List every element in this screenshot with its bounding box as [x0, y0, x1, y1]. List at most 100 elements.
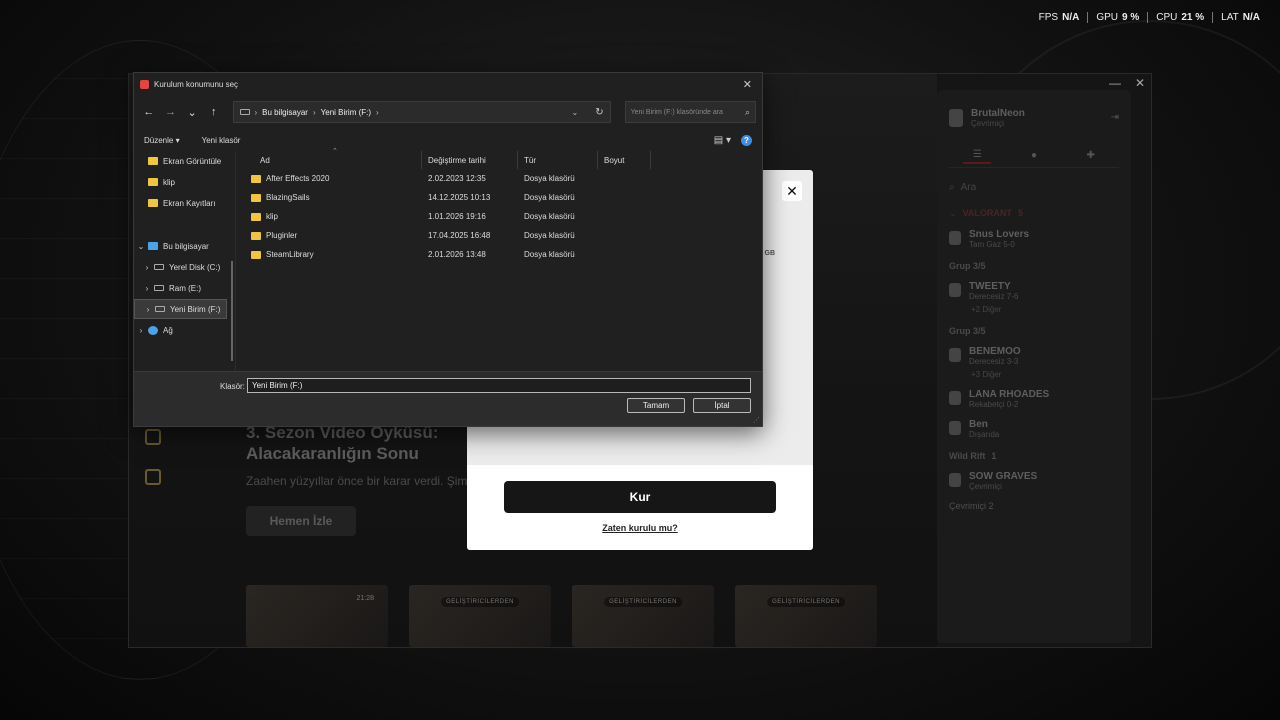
- latency-stat: LAT N/A: [1212, 12, 1268, 23]
- party-more[interactable]: +2 Diğer: [971, 305, 1119, 314]
- new-folder-button[interactable]: Yeni klasör: [202, 136, 241, 145]
- command-bar: Düzenle ▾ Yeni klasör ▤ ▾ ?: [134, 129, 762, 151]
- chevron-right-icon[interactable]: ›: [376, 108, 379, 117]
- friend-item[interactable]: Ben Dışarıda: [949, 419, 1119, 439]
- chevron-right-icon[interactable]: ›: [140, 284, 154, 293]
- chevron-down-icon[interactable]: ⌄: [134, 242, 148, 251]
- app-icon: [140, 79, 149, 89]
- chevron-right-icon[interactable]: ›: [313, 108, 316, 117]
- gpu-stat: GPU 9 %: [1087, 12, 1147, 23]
- folder-icon: [251, 231, 261, 240]
- friends-panel: BrutalNeon Çevrimiçi ⇥ ☰ ● ✚ ⌕ Ara ⌄ VALOR…: [937, 90, 1131, 643]
- view-options-icon[interactable]: ▤ ▾: [714, 135, 731, 146]
- chevron-down-icon[interactable]: ⌄: [572, 108, 579, 117]
- organize-button[interactable]: Düzenle ▾: [144, 136, 180, 145]
- column-type[interactable]: Tür: [518, 151, 598, 169]
- address-bar[interactable]: › Bu bilgisayar › Yeni Birim (F:) › ⌄ ↻: [232, 101, 611, 123]
- friend-item[interactable]: Snus Lovers Tam Gaz 5-0: [949, 229, 1119, 249]
- folder-field-label: Klasör:: [220, 382, 245, 391]
- column-size[interactable]: Boyut: [598, 151, 651, 169]
- tree-item-recordings[interactable]: Ekran Kayıtları: [134, 193, 234, 213]
- chevron-right-icon[interactable]: ›: [140, 263, 154, 272]
- folder-icon: [148, 199, 158, 207]
- avatar: [949, 109, 963, 127]
- recent-locations-icon[interactable]: ⌄: [183, 103, 201, 121]
- resize-grip-icon[interactable]: ⋰: [753, 416, 760, 424]
- group-header-wildrift[interactable]: Wild Rift 1: [949, 451, 1119, 461]
- friends-search[interactable]: ⌕ Ara: [949, 178, 1119, 196]
- video-duration: 21:28: [356, 595, 374, 602]
- file-row[interactable]: klip 1.01.2026 19:16 Dosya klasörü: [236, 207, 762, 226]
- game-icon[interactable]: [145, 469, 161, 485]
- hero-description: Zaahen yüzyıllar önce bir karar verdi. Ş…: [246, 474, 487, 488]
- group-header-online[interactable]: Çevrimiçi 2: [949, 501, 1119, 511]
- close-icon[interactable]: ✕: [743, 78, 756, 91]
- breadcrumb-drive[interactable]: Yeni Birim (F:): [321, 108, 371, 117]
- file-list-header: ⌃ Ad Değiştirme tarihi Tür Boyut: [236, 148, 762, 169]
- forward-icon[interactable]: →: [162, 103, 180, 121]
- avatar: [949, 283, 961, 297]
- video-thumbnail[interactable]: GELİŞTİRİCİLERDEN: [735, 585, 877, 647]
- folder-field[interactable]: Yeni Birim (F:): [247, 378, 751, 393]
- tree-item-klip[interactable]: klip: [134, 172, 234, 192]
- drive-icon: [239, 109, 250, 115]
- watch-now-button[interactable]: Hemen İzle: [246, 506, 356, 536]
- video-thumbnail[interactable]: GELİŞTİRİCİLERDEN: [572, 585, 714, 647]
- search-icon: ⌕: [949, 181, 955, 193]
- tab-requests[interactable]: ✚: [1077, 146, 1105, 164]
- tree-item-drive-f[interactable]: › Yeni Birim (F:): [134, 299, 227, 319]
- cancel-button[interactable]: İptal: [693, 398, 751, 413]
- network-icon: [148, 325, 158, 335]
- back-icon[interactable]: ←: [140, 103, 158, 121]
- chevron-right-icon[interactable]: ›: [255, 108, 258, 117]
- file-row[interactable]: After Effects 2020 2.02.2023 12:35 Dosya…: [236, 169, 762, 188]
- dialog-body: Ekran Görüntüle klip Ekran Kayıtları ⌄ Bu…: [134, 148, 762, 373]
- breadcrumb-this-pc[interactable]: Bu bilgisayar: [262, 108, 308, 117]
- close-icon[interactable]: ✕: [782, 181, 802, 201]
- collapse-panel-icon[interactable]: ⇥: [1111, 112, 1119, 123]
- tree-item-screenshots[interactable]: Ekran Görüntüle: [134, 151, 234, 171]
- up-icon[interactable]: ↑: [205, 103, 223, 121]
- client-side-nav: [145, 429, 161, 485]
- column-modified[interactable]: Değiştirme tarihi: [422, 151, 518, 169]
- tree-item-drive-e[interactable]: › Ram (E:): [134, 278, 234, 298]
- navigation-pane: Ekran Görüntüle klip Ekran Kayıtları ⌄ Bu…: [134, 151, 236, 373]
- group-header-valorant[interactable]: ⌄ VALORANT 5: [949, 208, 1119, 219]
- video-thumbnail[interactable]: 21:28: [246, 585, 388, 647]
- video-thumbnail[interactable]: GELİŞTİRİCİLERDEN: [409, 585, 551, 647]
- install-button[interactable]: Kur: [504, 481, 776, 513]
- tab-messages[interactable]: ●: [1020, 146, 1048, 164]
- scrollbar[interactable]: [231, 261, 233, 361]
- drive-icon: [154, 285, 164, 291]
- party-more[interactable]: +3 Diğer: [971, 370, 1119, 379]
- help-icon[interactable]: ?: [741, 134, 752, 146]
- friend-item[interactable]: TWEETY Derecesiz 7-6: [949, 281, 1119, 301]
- tab-friends[interactable]: ☰: [963, 146, 992, 164]
- already-installed-link[interactable]: Zaten kurulu mu?: [467, 523, 813, 533]
- chevron-right-icon[interactable]: ›: [134, 326, 148, 335]
- column-name[interactable]: Ad: [236, 151, 422, 169]
- file-row[interactable]: BlazingSails 14.12.2025 10:13 Dosya klas…: [236, 188, 762, 207]
- friend-item[interactable]: SOW GRAVES Çevrimiçi: [949, 471, 1119, 491]
- folder-icon: [251, 212, 261, 221]
- game-icon[interactable]: [145, 429, 161, 445]
- minimize-icon[interactable]: —: [1109, 76, 1121, 90]
- dialog-title: Kurulum konumunu seç: [154, 79, 239, 89]
- file-row[interactable]: SteamLibrary 2.01.2026 13:48 Dosya klasö…: [236, 245, 762, 264]
- file-list: ⌃ Ad Değiştirme tarihi Tür Boyut After E…: [236, 148, 762, 373]
- tree-item-drive-c[interactable]: › Yerel Disk (C:): [134, 257, 234, 277]
- current-user[interactable]: BrutalNeon Çevrimiçi: [949, 108, 1119, 128]
- avatar: [949, 231, 961, 245]
- refresh-icon[interactable]: ↻: [595, 107, 603, 118]
- cpu-stat: CPU 21 %: [1147, 12, 1212, 23]
- friend-item[interactable]: LANA RHOADES Rekabetçi 0-2: [949, 389, 1119, 409]
- thumbnail-badge: GELİŞTİRİCİLERDEN: [441, 597, 519, 607]
- tree-item-this-pc[interactable]: ⌄ Bu bilgisayar: [134, 236, 234, 256]
- close-icon[interactable]: ✕: [1135, 76, 1145, 90]
- friend-item[interactable]: BENEMOO Derecesiz 3-3: [949, 346, 1119, 366]
- ok-button[interactable]: Tamam: [627, 398, 685, 413]
- file-row[interactable]: Pluginler 17.04.2025 16:48 Dosya klasörü: [236, 226, 762, 245]
- chevron-right-icon[interactable]: ›: [141, 305, 155, 314]
- search-input[interactable]: Yeni Birim (F:) klasöründe ara ⌕: [624, 101, 757, 123]
- tree-item-network[interactable]: › Ağ: [134, 320, 234, 340]
